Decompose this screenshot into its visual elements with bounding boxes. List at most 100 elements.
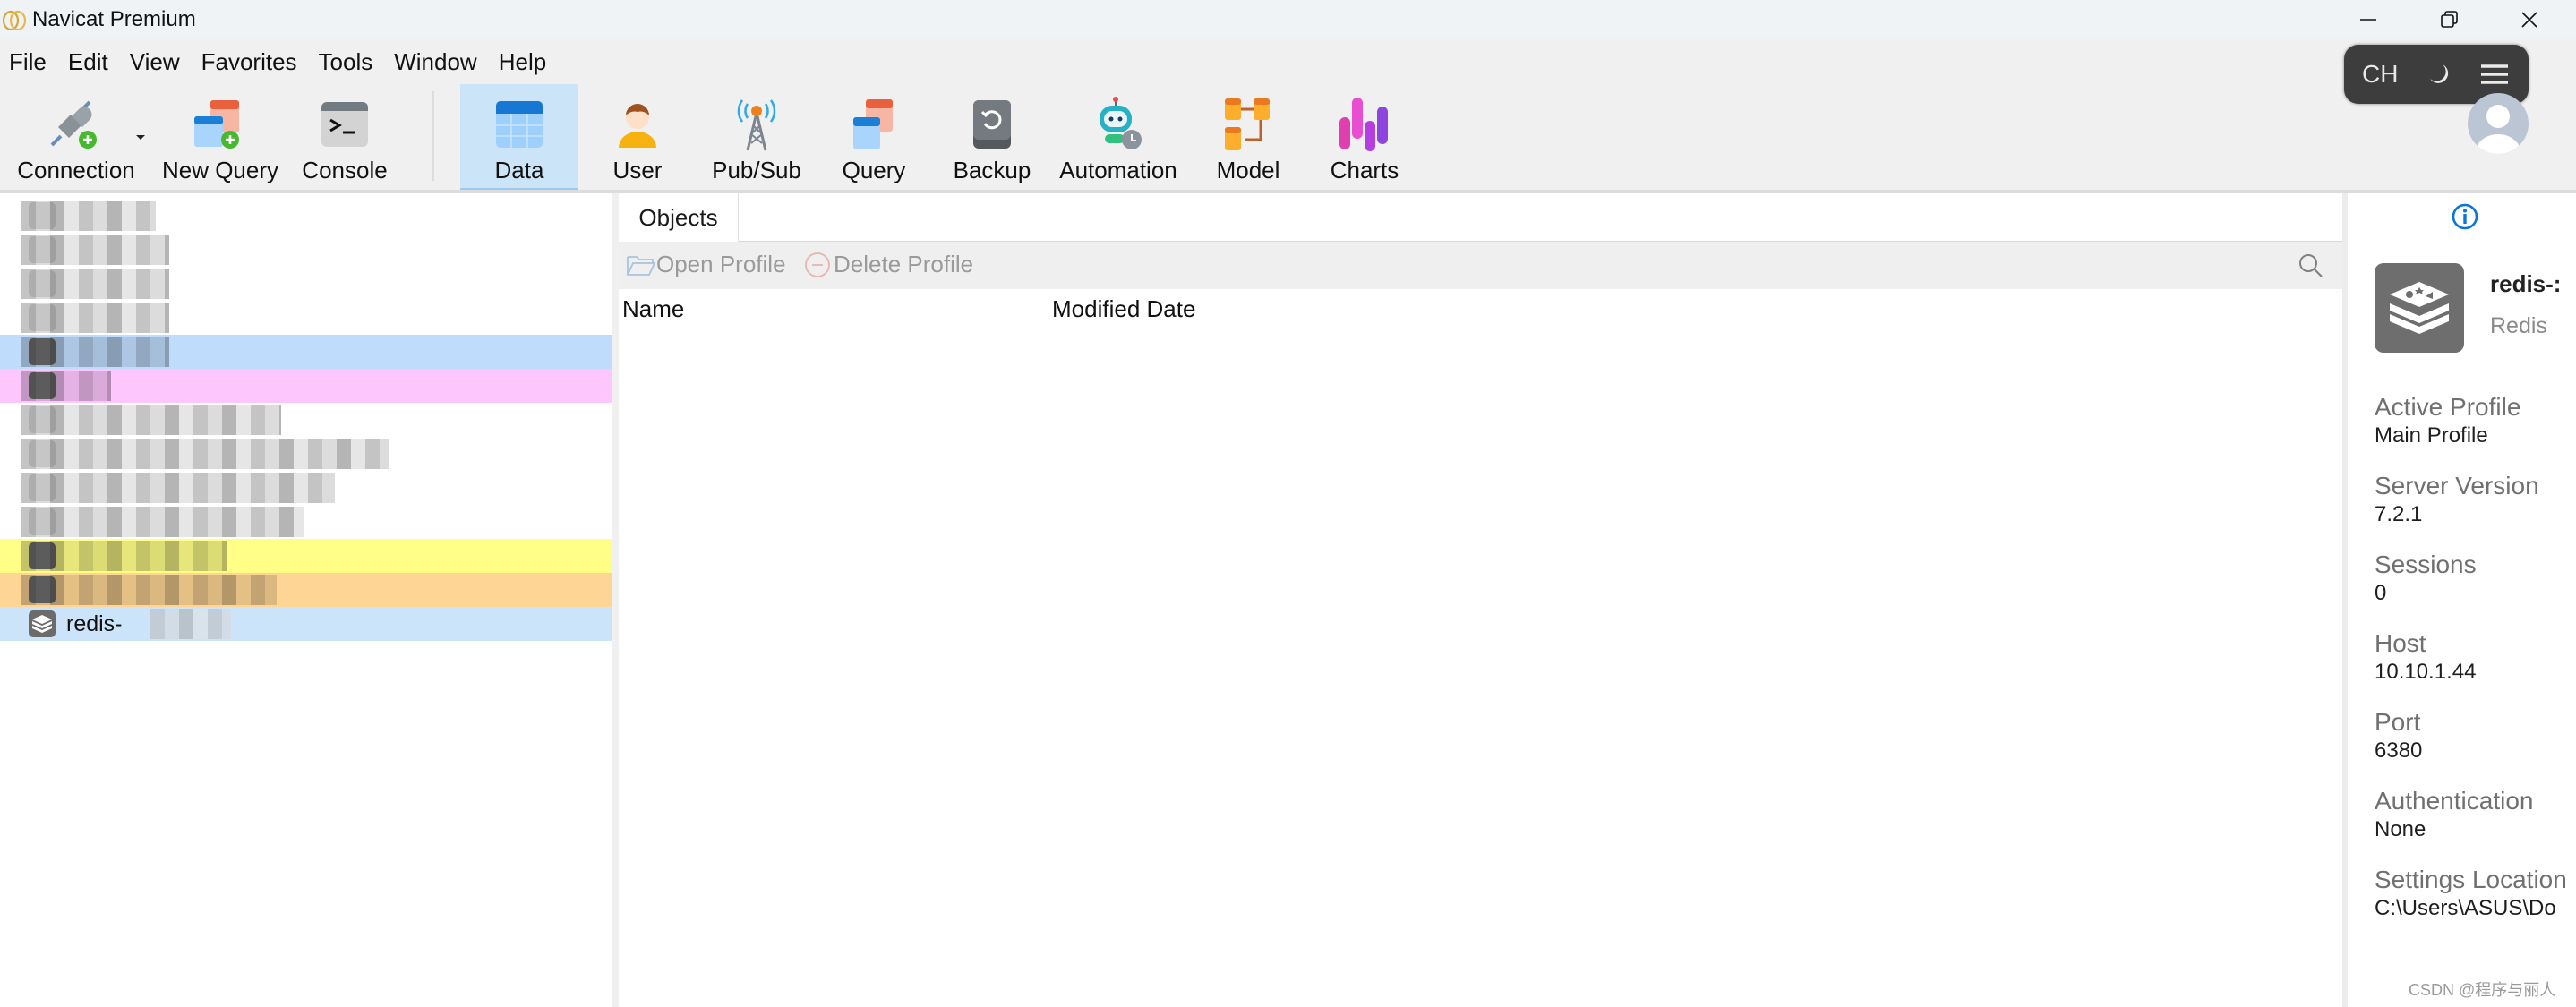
hamburger-menu-icon[interactable] (2478, 61, 2511, 88)
tree-item[interactable] (0, 471, 612, 505)
folder-open-icon (627, 255, 656, 276)
obscured-text (21, 473, 335, 503)
minimize-icon (2360, 19, 2376, 21)
left-splitter[interactable] (612, 193, 619, 1007)
console-label: Console (302, 157, 388, 183)
redis-logo-icon (2390, 282, 2449, 334)
prop-key: Server Version (2375, 472, 2539, 499)
obscured-text (21, 371, 111, 401)
obscured-text (21, 405, 281, 435)
tree-item[interactable] (0, 505, 612, 539)
data-button[interactable]: Data (460, 84, 578, 190)
window-title: Navicat Premium (32, 7, 196, 31)
delete-profile-label: Delete Profile (834, 251, 974, 277)
minus-circle-icon (805, 252, 830, 277)
close-button[interactable] (2489, 0, 2570, 39)
new-query-button[interactable]: New Query (154, 84, 287, 190)
connection-button[interactable]: Connection (9, 84, 143, 190)
moon-icon[interactable] (2425, 61, 2452, 88)
prop-key: Settings Location (2375, 866, 2567, 893)
query-button[interactable]: Query (833, 84, 915, 190)
console-icon (321, 102, 368, 147)
pubsub-tower-icon (737, 99, 776, 151)
model-icon (1225, 98, 1270, 150)
menu-help[interactable]: Help (497, 48, 548, 76)
menu-favorites[interactable]: Favorites (200, 48, 299, 76)
tree-item[interactable] (0, 335, 612, 369)
close-icon (2521, 12, 2537, 28)
open-profile-button[interactable]: Open Profile (626, 251, 786, 278)
column-name[interactable]: Name (619, 289, 1048, 329)
prop-key: Authentication (2375, 787, 2534, 815)
charts-button[interactable]: Charts (1322, 84, 1408, 190)
title-bar (0, 0, 2576, 39)
watermark: CSDN @程序与丽人 (2409, 981, 2556, 999)
tree-item[interactable] (0, 539, 612, 573)
model-button[interactable]: Model (1205, 84, 1291, 190)
obscured-text (21, 541, 227, 571)
tree-item[interactable] (0, 403, 612, 437)
delete-profile-button[interactable]: Delete Profile (803, 251, 973, 278)
user-label: User (612, 157, 663, 183)
automation-robot-icon (1100, 97, 1142, 149)
user-avatar[interactable] (2468, 93, 2529, 154)
backup-button[interactable]: Backup (949, 84, 1035, 190)
prop-authentication: Authentication None (2375, 786, 2533, 843)
menu-window[interactable]: Window (392, 48, 478, 76)
connection-plug-icon (50, 100, 97, 149)
restore-icon (2441, 11, 2458, 28)
obscured-text (21, 575, 277, 605)
charts-label: Charts (1330, 157, 1399, 183)
menu-edit[interactable]: Edit (66, 48, 110, 76)
restore-button[interactable] (2409, 0, 2489, 39)
query-icon (853, 99, 893, 149)
tree-item[interactable] (0, 573, 612, 607)
pubsub-label: Pub/Sub (712, 157, 801, 183)
column-modified-date[interactable]: Modified Date (1048, 289, 1288, 329)
obscured-text (21, 235, 169, 265)
prop-value: Main Profile (2375, 423, 2488, 448)
prop-key: Port (2375, 708, 2421, 736)
automation-button[interactable]: Automation (1053, 84, 1184, 190)
prop-settings-location: Settings Location C:\Users\ASUS\Do (2375, 865, 2567, 922)
open-profile-label: Open Profile (656, 251, 786, 277)
obscured-text (150, 609, 231, 639)
menu-view[interactable]: View (128, 48, 182, 76)
ime-language-toggle[interactable]: CH (2362, 60, 2398, 89)
tree-item[interactable]: redis- (0, 607, 612, 641)
tab-objects[interactable]: Objects (619, 193, 739, 242)
backup-icon (973, 100, 1011, 149)
menu-bar: File Edit View Favorites Tools Window He… (0, 39, 2576, 84)
automation-label: Automation (1059, 157, 1177, 183)
redis-db-icon (2375, 263, 2464, 353)
prop-server-version: Server Version 7.2.1 (2375, 471, 2539, 528)
user-button[interactable]: User (596, 84, 679, 190)
tree-item[interactable] (0, 301, 612, 335)
backup-label: Backup (953, 157, 1031, 183)
connection-type: Redis (2490, 313, 2547, 338)
console-button[interactable]: Console (295, 84, 394, 190)
prop-sessions: Sessions 0 (2375, 550, 2477, 607)
obscured-text (21, 507, 304, 537)
main-toolbar: Connection New Query Console Data User P… (0, 84, 2576, 190)
menu-file[interactable]: File (7, 48, 48, 76)
connection-tree: redis- (0, 193, 612, 1007)
pubsub-button[interactable]: Pub/Sub (707, 84, 806, 190)
prop-value: 7.2.1 (2375, 502, 2423, 526)
tree-item[interactable] (0, 233, 612, 267)
tree-item[interactable] (0, 437, 612, 471)
connection-label: Connection (17, 157, 135, 183)
connection-dropdown-arrow-icon[interactable] (134, 132, 147, 141)
obscured-text (21, 303, 169, 333)
minimize-button[interactable] (2328, 0, 2409, 39)
search-icon[interactable] (2298, 252, 2324, 279)
tree-item[interactable] (0, 369, 612, 403)
menu-tools[interactable]: Tools (317, 48, 375, 76)
prop-value: C:\Users\ASUS\Do (2375, 896, 2556, 920)
info-icon[interactable] (2451, 202, 2479, 231)
tree-item[interactable] (0, 199, 612, 233)
obscured-text (21, 439, 389, 469)
info-panel: redis-: Redis Active Profile Main Profil… (2348, 193, 2576, 1007)
tree-item[interactable] (0, 267, 612, 301)
data-label: Data (494, 157, 544, 183)
